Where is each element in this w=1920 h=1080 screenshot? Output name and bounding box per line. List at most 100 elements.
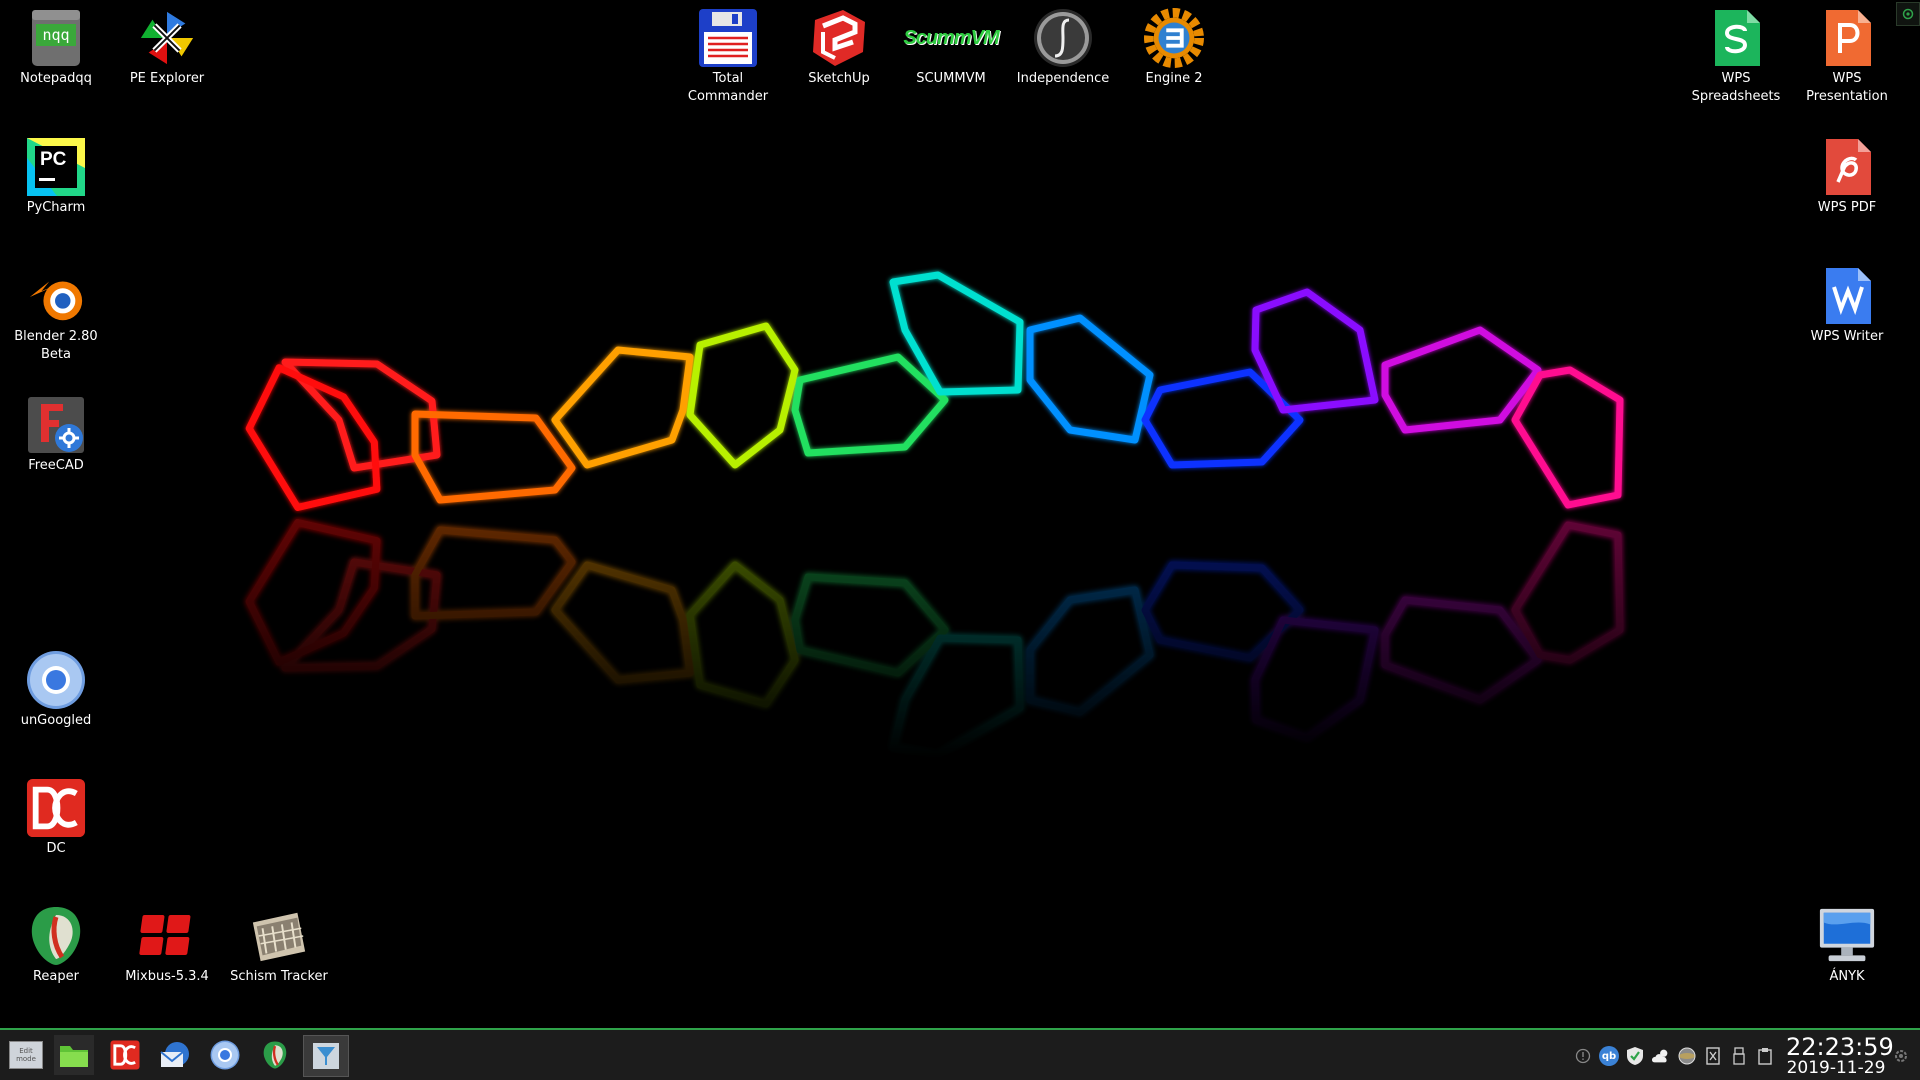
desktop-icon-blender[interactable]: Blender 2.80 Beta bbox=[6, 266, 106, 364]
icon-label: WPS Writer bbox=[1810, 329, 1884, 344]
icon-label: PE Explorer bbox=[129, 71, 205, 86]
icon-label: Mixbus-5.3.4 bbox=[125, 969, 209, 984]
desktop-icon-scummvm[interactable]: ScummVM SCUMMVM bbox=[901, 8, 1001, 88]
qbittorrent-icon: qb bbox=[1599, 1046, 1619, 1066]
mixbus-icon bbox=[137, 906, 197, 966]
desktop-icon-sketchup[interactable]: SketchUp bbox=[789, 8, 889, 88]
pe-explorer-icon bbox=[137, 8, 197, 68]
icon-label: PyCharm bbox=[26, 200, 86, 215]
gear-icon bbox=[1895, 1050, 1907, 1062]
tray-weather[interactable] bbox=[1651, 1046, 1671, 1066]
network-icon bbox=[1678, 1047, 1696, 1065]
tray-qbittorrent[interactable]: qb bbox=[1599, 1046, 1619, 1066]
desktop-icon-pycharm[interactable]: PC PyCharm bbox=[6, 137, 106, 217]
icon-label: SCUMMVM bbox=[916, 71, 986, 86]
mail-icon bbox=[160, 1042, 189, 1067]
total-commander-icon bbox=[698, 8, 758, 68]
clipboard-icon bbox=[1758, 1048, 1772, 1065]
icon-label: DC bbox=[46, 841, 66, 856]
desktop-icon-wps-pdf[interactable]: WPS PDF bbox=[1797, 137, 1897, 217]
weather-icon bbox=[1652, 1049, 1668, 1063]
desktop-wallpaper bbox=[0, 271, 1920, 1028]
blender-icon bbox=[26, 266, 86, 326]
chromium-launcher[interactable] bbox=[205, 1035, 245, 1075]
reaper-icon bbox=[26, 906, 86, 966]
start-menu-icon: Edit mode bbox=[9, 1041, 43, 1069]
independence-icon bbox=[1033, 8, 1093, 68]
usb-icon bbox=[1733, 1047, 1745, 1065]
notepadqq-icon: nqq bbox=[26, 8, 86, 68]
tray-network[interactable] bbox=[1677, 1046, 1697, 1066]
file-manager-icon bbox=[60, 1046, 88, 1067]
icon-label: Notepadqq bbox=[20, 71, 92, 86]
clock-time[interactable]: 22:23:59 bbox=[1786, 1034, 1894, 1060]
icon-label: Schism Tracker bbox=[230, 969, 328, 984]
scummvm-logo-text: ScummVM bbox=[903, 26, 999, 49]
desktop-icon-ungoogled[interactable]: unGoogled bbox=[6, 650, 106, 730]
desktop-icon-total-commander[interactable]: Total Commander bbox=[678, 8, 778, 106]
desktop-icon-schism-tracker[interactable]: Schism Tracker bbox=[229, 906, 329, 986]
desktop-icon-engine2[interactable]: Engine 2 bbox=[1124, 7, 1224, 88]
info-icon bbox=[1575, 1048, 1591, 1064]
taskbar: Edit mode qb 22:23:59 2019-11-29 bbox=[0, 1028, 1920, 1080]
tray-settings[interactable] bbox=[1891, 1046, 1911, 1066]
icon-label: WPS Presentation bbox=[1806, 71, 1888, 104]
desktop-icon-mixbus[interactable]: Mixbus-5.3.4 bbox=[117, 906, 217, 986]
terminal-icon bbox=[313, 1043, 339, 1069]
tray-clipboard[interactable] bbox=[1755, 1046, 1775, 1066]
desktop-icon-dc[interactable]: DC bbox=[6, 778, 106, 858]
desktop-icon-freecad[interactable]: FreeCAD bbox=[6, 395, 106, 475]
desktop-icon-wps-presentation[interactable]: WPS Presentation bbox=[1797, 8, 1897, 106]
desktop-icon-pe-explorer[interactable]: PE Explorer bbox=[117, 8, 217, 88]
pycharm-logo-text: PC bbox=[40, 149, 67, 170]
desktop-icon-independence[interactable]: Independence bbox=[1013, 8, 1113, 88]
icon-label: ÁNYK bbox=[1829, 969, 1865, 984]
reaper-launcher[interactable] bbox=[255, 1035, 295, 1075]
icon-label: Reaper bbox=[32, 969, 79, 984]
icon-label: Blender 2.80 Beta bbox=[14, 329, 98, 362]
chromium-icon bbox=[210, 1040, 240, 1070]
scummvm-icon: ScummVM bbox=[903, 8, 999, 68]
qb-text: qb bbox=[1601, 1050, 1617, 1062]
mail-launcher[interactable] bbox=[155, 1035, 195, 1075]
desktop-icon-reaper[interactable]: Reaper bbox=[6, 906, 106, 986]
tray-usb[interactable] bbox=[1729, 1046, 1749, 1066]
icon-label: FreeCAD bbox=[28, 458, 84, 473]
wps-pdf-icon bbox=[1817, 137, 1877, 197]
icon-label: Engine 2 bbox=[1145, 71, 1203, 86]
wps-presentation-icon bbox=[1817, 8, 1877, 68]
desktop-icon-notepadqq[interactable]: nqq Notepadqq bbox=[6, 8, 106, 88]
clock-date[interactable]: 2019-11-29 bbox=[1786, 1059, 1886, 1078]
icon-label: Independence bbox=[1016, 71, 1110, 86]
tray-keyboard[interactable] bbox=[1703, 1046, 1723, 1066]
desktop-icon-anyk[interactable]: ÁNYK bbox=[1797, 906, 1897, 986]
shield-icon bbox=[1627, 1047, 1643, 1065]
tray-info[interactable] bbox=[1573, 1046, 1593, 1066]
engine2-icon bbox=[1144, 7, 1204, 68]
icon-label: WPS Spreadsheets bbox=[1691, 71, 1781, 104]
dc-launcher[interactable] bbox=[105, 1035, 145, 1075]
desktop-icon-wps-spreadsheets[interactable]: WPS Spreadsheets bbox=[1686, 8, 1786, 106]
sketchup-icon bbox=[809, 8, 869, 68]
schism-tracker-icon bbox=[249, 906, 309, 966]
ungoogled-chromium-icon bbox=[26, 650, 86, 710]
icon-label: SketchUp bbox=[808, 71, 870, 86]
anyk-monitor-icon bbox=[1817, 906, 1877, 966]
reaper-icon bbox=[263, 1041, 287, 1069]
desktop-settings-gear-icon[interactable] bbox=[1896, 2, 1920, 26]
terminal-launcher[interactable] bbox=[303, 1035, 349, 1077]
tray-security[interactable] bbox=[1625, 1046, 1645, 1066]
keyboard-icon bbox=[1706, 1047, 1720, 1065]
file-manager-launcher[interactable] bbox=[54, 1035, 94, 1075]
menu-button-text: Edit mode bbox=[16, 1047, 36, 1063]
wps-writer-icon bbox=[1817, 266, 1877, 326]
desktop-icon-wps-writer[interactable]: WPS Writer bbox=[1797, 266, 1897, 346]
freecad-icon bbox=[26, 395, 86, 455]
icon-label: Total Commander bbox=[687, 71, 769, 104]
icon-label: WPS PDF bbox=[1817, 200, 1877, 215]
dc-icon bbox=[110, 1040, 140, 1070]
start-menu-button[interactable]: Edit mode bbox=[6, 1035, 46, 1075]
dc-icon bbox=[26, 778, 86, 838]
notepadqq-logo-text: nqq bbox=[42, 26, 70, 44]
wps-spreadsheets-icon bbox=[1706, 8, 1766, 68]
